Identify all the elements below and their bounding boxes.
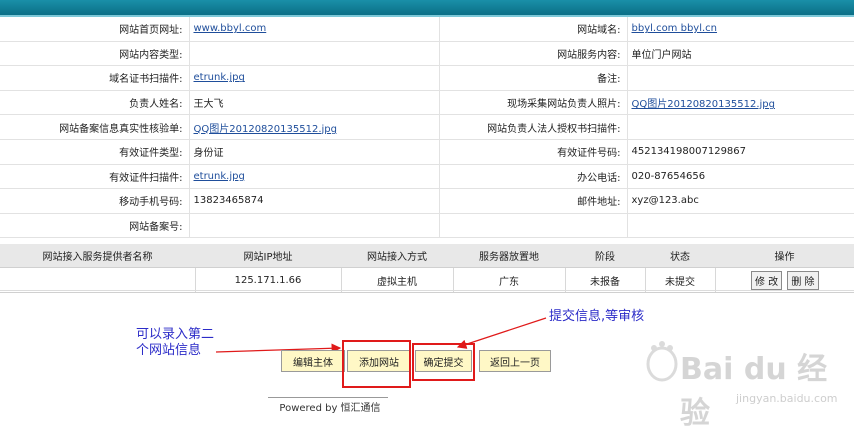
highlight-add-site <box>342 340 411 388</box>
edit-entity-button[interactable]: 编辑主体 <box>281 350 345 372</box>
watermark-brand: Bai du 经验 <box>680 352 828 431</box>
watermark-url: jingyan.baidu.com <box>736 392 838 405</box>
highlight-submit <box>412 343 475 381</box>
baidu-watermark: Bai du 经验 jingyan.baidu.com <box>640 334 850 431</box>
footer-rule <box>268 397 388 398</box>
footer-text: Powered by 恒汇通信 <box>279 403 381 414</box>
back-button[interactable]: 返回上一页 <box>479 350 551 372</box>
